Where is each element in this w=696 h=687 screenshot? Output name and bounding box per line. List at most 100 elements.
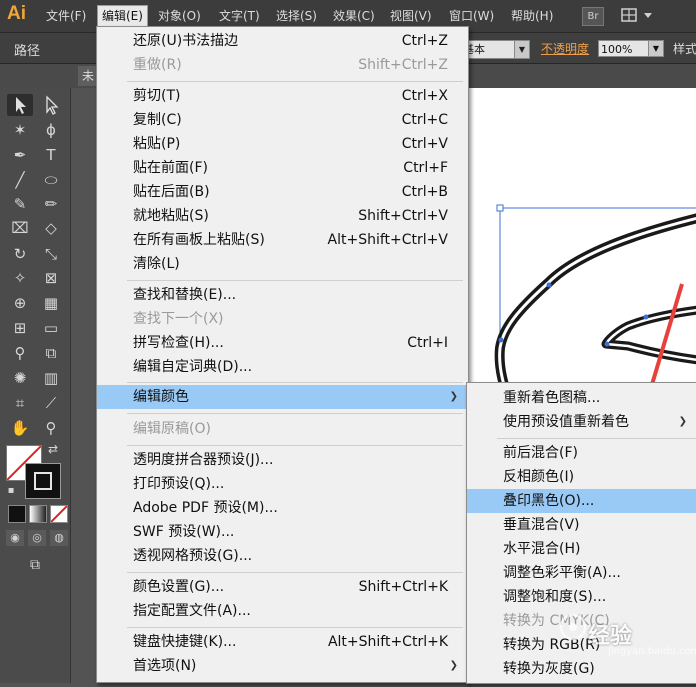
submenu-arrow-icon: ❯ (449, 660, 458, 671)
menu-item-pdf-presets[interactable]: Adobe PDF 预设(M)... (97, 496, 468, 520)
menu-separator (127, 81, 463, 82)
direct-selection-tool-icon[interactable] (38, 94, 64, 116)
blend-tool-icon[interactable]: ⧉ (38, 342, 64, 364)
menu-item-paste-in-place[interactable]: 就地粘贴(S) Shift+Ctrl+V (97, 204, 468, 228)
menu-edit[interactable]: 编辑(E) (97, 5, 148, 27)
menu-item-adjust-color-balance[interactable]: 调整色彩平衡(A)... (467, 561, 696, 585)
blob-brush-tool-icon[interactable]: ⌧ (7, 217, 33, 239)
line-tool-icon[interactable]: ╱ (7, 169, 33, 191)
perspective-grid-tool-icon[interactable]: ▦ (38, 292, 64, 314)
pen-tool-icon[interactable]: ✒ (7, 144, 33, 166)
default-colors-icon[interactable]: ▪ (4, 484, 18, 498)
menu-item-perspective-presets[interactable]: 透视网格预设(G)... (97, 544, 468, 568)
stroke-profile-select[interactable]: 基本 ▼ (462, 40, 530, 59)
shape-builder-tool-icon[interactable]: ⊕ (7, 292, 33, 314)
menu-select[interactable]: 选择(S) (272, 6, 321, 26)
menu-item-saturate[interactable]: 调整饱和度(S)... (467, 585, 696, 609)
menu-item-clear[interactable]: 清除(L) (97, 252, 468, 276)
eraser-tool-icon[interactable]: ◇ (38, 217, 64, 239)
scale-tool-icon[interactable]: ⤡ (38, 243, 64, 265)
magic-wand-tool-icon[interactable]: ✶ (7, 119, 33, 141)
menu-item-assign-profile[interactable]: 指定配置文件(A)... (97, 599, 468, 623)
menu-object[interactable]: 对象(O) (154, 6, 205, 26)
style-label[interactable]: 样式 (673, 40, 696, 57)
menu-separator (127, 445, 463, 446)
artboard-tool-icon[interactable]: ⌗ (7, 392, 33, 414)
mesh-tool-icon[interactable]: ⊞ (7, 317, 33, 339)
symbol-sprayer-tool-icon[interactable]: ✺ (7, 367, 33, 389)
menu-item-keyboard-shortcuts[interactable]: 键盘快捷键(K)... Alt+Shift+Ctrl+K (97, 630, 468, 654)
menu-item-find-replace[interactable]: 查找和替换(E)... (97, 283, 468, 307)
selection-tool-icon[interactable] (7, 94, 33, 116)
menu-item-find-next[interactable]: 查找下一个(X) (97, 307, 468, 331)
menu-item-paste-in-back[interactable]: 贴在后面(B) Ctrl+B (97, 180, 468, 204)
opacity-input[interactable]: 100% ▼ (598, 40, 664, 57)
opacity-label[interactable]: 不透明度 (541, 40, 589, 57)
menu-effect[interactable]: 效果(C) (329, 6, 379, 26)
menu-help[interactable]: 帮助(H) (507, 6, 557, 26)
menu-item-paste[interactable]: 粘贴(P) Ctrl+V (97, 132, 468, 156)
chevron-down-icon: ▼ (648, 41, 663, 56)
menu-item-recolor-artwork[interactable]: 重新着色图稿... (467, 386, 696, 410)
menu-type[interactable]: 文字(T) (215, 6, 264, 26)
menu-item-redo[interactable]: 重做(R) Shift+Ctrl+Z (97, 53, 468, 77)
opacity-value: 100% (601, 43, 633, 56)
menu-item-swf-presets[interactable]: SWF 预设(W)... (97, 520, 468, 544)
type-tool-icon[interactable]: T (38, 144, 64, 166)
menu-item-blend-vertically[interactable]: 垂直混合(V) (467, 513, 696, 537)
menu-item-color-settings[interactable]: 颜色设置(G)... Shift+Ctrl+K (97, 575, 468, 599)
menu-item-copy[interactable]: 复制(C) Ctrl+C (97, 108, 468, 132)
menu-item-print-presets[interactable]: 打印预设(Q)... (97, 472, 468, 496)
menu-item-edit-colors[interactable]: 编辑颜色 ❯ (97, 385, 468, 409)
lasso-tool-icon[interactable]: ϕ (38, 119, 64, 141)
watermark-logo-icon (559, 613, 587, 641)
bridge-button[interactable]: Br (582, 7, 604, 26)
menu-item-paste-all-artboards[interactable]: 在所有画板上粘贴(S) Alt+Shift+Ctrl+V (97, 228, 468, 252)
menu-item-paste-in-front[interactable]: 贴在前面(F) Ctrl+F (97, 156, 468, 180)
eyedropper-tool-icon[interactable]: ⚲ (7, 342, 33, 364)
menu-item-edit-dictionary[interactable]: 编辑自定词典(D)... (97, 355, 468, 379)
rotate-tool-icon[interactable]: ↻ (7, 243, 33, 265)
menu-view[interactable]: 视图(V) (386, 6, 436, 26)
menu-item-edit-original[interactable]: 编辑原稿(O) (97, 417, 468, 441)
menu-item-blend-front-to-back[interactable]: 前后混合(F) (467, 441, 696, 465)
color-mode-icon[interactable] (8, 505, 26, 523)
menu-item-convert-grayscale[interactable]: 转换为灰度(G) (467, 657, 696, 681)
draw-behind-icon[interactable]: ◎ (28, 530, 46, 546)
none-mode-icon[interactable] (50, 505, 68, 523)
free-transform-tool-icon[interactable]: ⊠ (38, 267, 64, 289)
menu-item-preferences[interactable]: 首选项(N) ❯ (97, 654, 468, 678)
zoom-tool-icon[interactable]: ⚲ (38, 417, 64, 439)
gradient-tool-icon[interactable]: ▭ (38, 317, 64, 339)
menu-item-recolor-with-preset[interactable]: 使用预设值重新着色 ❯ (467, 410, 696, 434)
edit-menu: 还原(U)书法描边 Ctrl+Z 重做(R) Shift+Ctrl+Z 剪切(T) C… (96, 26, 469, 683)
warp-tool-icon[interactable]: ✧ (7, 267, 33, 289)
menu-item-invert-colors[interactable]: 反相颜色(I) (467, 465, 696, 489)
menu-item-overprint-black[interactable]: 叠印黑色(O)... (467, 489, 696, 513)
pencil-tool-icon[interactable]: ✏ (38, 193, 64, 215)
column-graph-tool-icon[interactable]: ▥ (38, 367, 64, 389)
screen-mode-icon[interactable]: ⧉ (22, 555, 48, 575)
menu-window[interactable]: 窗口(W) (445, 6, 498, 26)
ellipse-tool-icon[interactable]: ⬭ (38, 169, 64, 191)
menu-item-blend-horizontally[interactable]: 水平混合(H) (467, 537, 696, 561)
submenu-arrow-icon: ❯ (449, 391, 458, 402)
submenu-arrow-icon: ❯ (678, 416, 687, 427)
paintbrush-tool-icon[interactable]: ✎ (7, 193, 33, 215)
menu-item-undo[interactable]: 还原(U)书法描边 Ctrl+Z (97, 29, 468, 53)
draw-inside-icon[interactable]: ◍ (50, 530, 68, 546)
menu-separator (127, 627, 463, 628)
slice-tool-icon[interactable]: ⟋ (38, 392, 64, 414)
menu-separator (127, 280, 463, 281)
menu-file[interactable]: 文件(F) (42, 6, 90, 26)
menu-separator (497, 438, 696, 439)
swap-colors-icon[interactable]: ⇄ (44, 440, 62, 458)
gradient-mode-icon[interactable] (29, 505, 47, 523)
menu-item-cut[interactable]: 剪切(T) Ctrl+X (97, 84, 468, 108)
workspace-layout-icon[interactable] (620, 7, 656, 24)
stroke-color-swatch[interactable] (25, 463, 61, 499)
draw-normal-icon[interactable]: ◉ (6, 530, 24, 546)
menu-item-flattener-presets[interactable]: 透明度拼合器预设(J)... (97, 448, 468, 472)
menu-item-spell-check[interactable]: 拼写检查(H)... Ctrl+I (97, 331, 468, 355)
hand-tool-icon[interactable]: ✋ (7, 417, 33, 439)
